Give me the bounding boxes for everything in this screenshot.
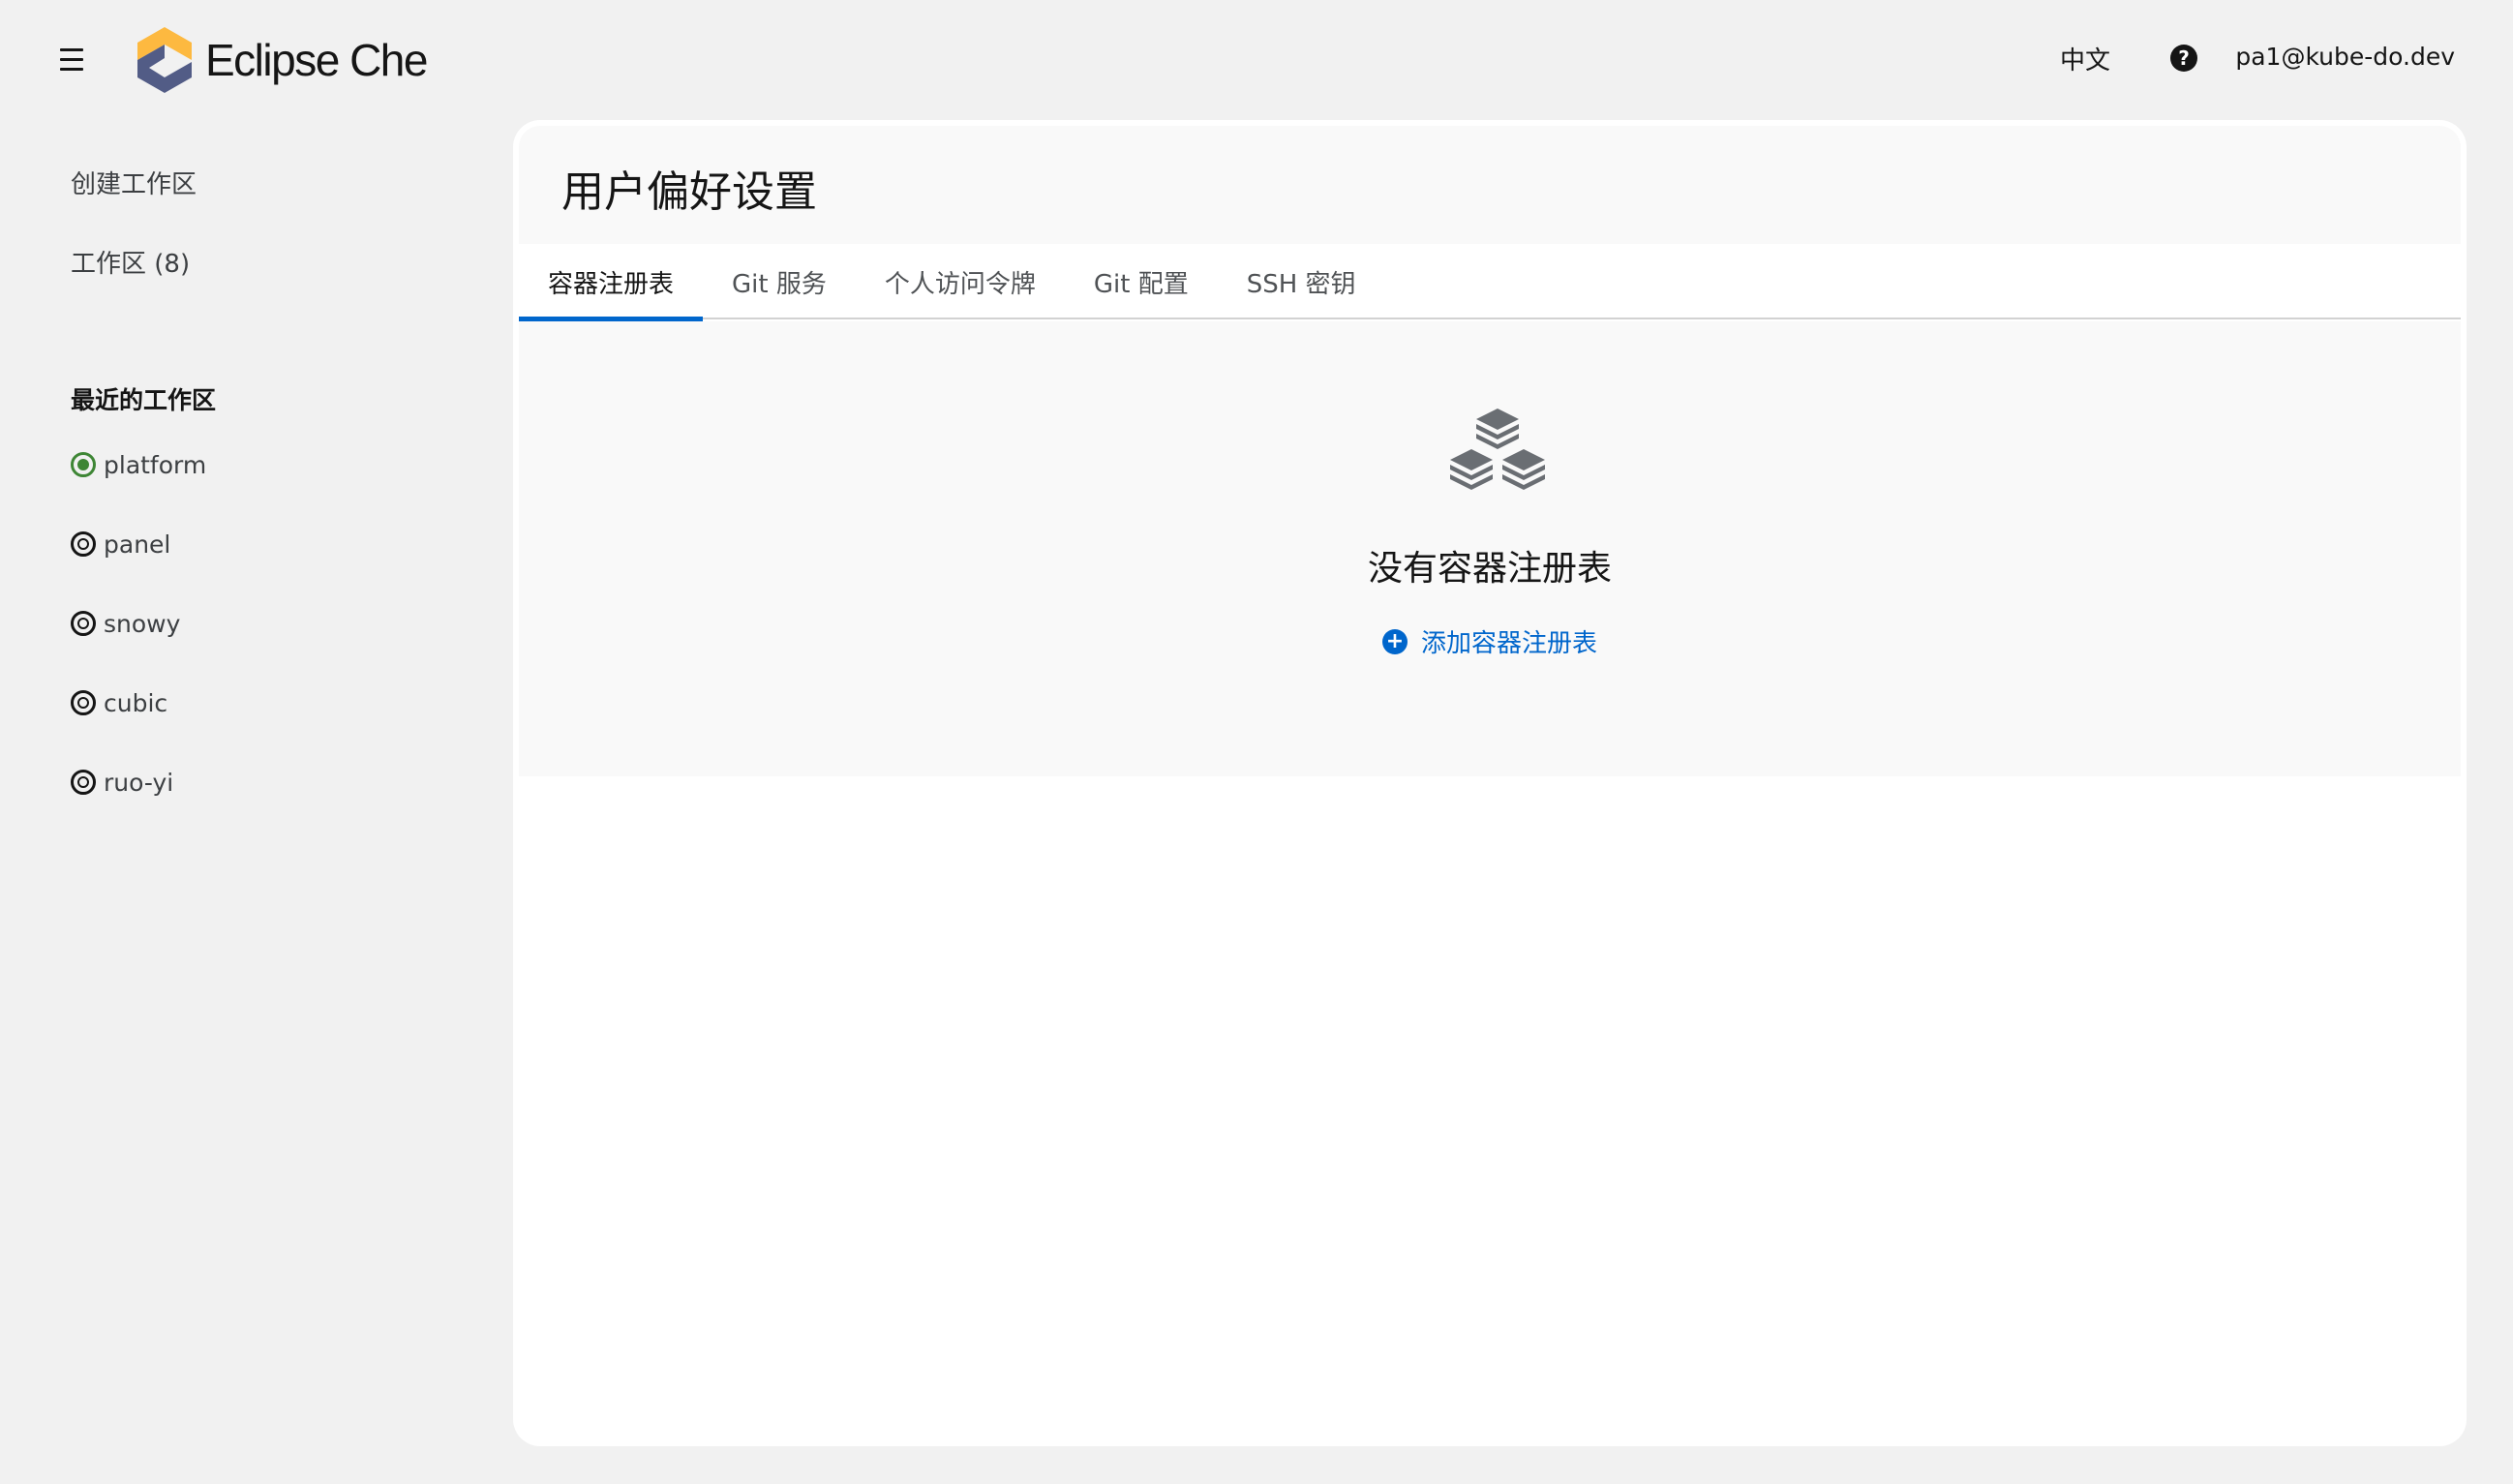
- plus-circle-icon: +: [1381, 628, 1408, 654]
- workspace-name: panel: [104, 530, 171, 559]
- workspace-name: cubic: [104, 688, 168, 717]
- tab-git-services[interactable]: Git 服务: [703, 244, 856, 319]
- empty-state: 没有容器注册表 + 添加容器注册表: [519, 321, 2461, 776]
- recent-workspace-item[interactable]: platform: [71, 445, 206, 484]
- page-title: 用户偏好设置: [561, 167, 817, 217]
- workspace-running-status-icon: [71, 452, 96, 477]
- workspace-name: platform: [104, 450, 207, 479]
- cubes-icon: [1450, 409, 1545, 490]
- recent-workspace-item[interactable]: cubic: [71, 683, 167, 722]
- tab-git-config[interactable]: Git 配置: [1065, 244, 1218, 319]
- workspace-stopped-status-icon: [71, 690, 96, 715]
- tab-ssh-keys[interactable]: SSH 密钥: [1218, 244, 1385, 319]
- brand-logo[interactable]: Eclipse Che: [136, 25, 428, 95]
- main-content: 用户偏好设置 容器注册表 Git 服务 个人访问令牌 Git 配置 SSH 密钥: [513, 120, 2467, 1446]
- recent-workspace-item[interactable]: panel: [71, 525, 170, 563]
- user-menu[interactable]: pa1@kube-do.dev: [2235, 43, 2455, 71]
- workspace-stopped-status-icon: [71, 770, 96, 795]
- sidebar-item-workspaces[interactable]: 工作区 (8): [71, 244, 190, 280]
- empty-state-title: 没有容器注册表: [1367, 549, 1612, 589]
- recent-workspace-item[interactable]: snowy: [71, 604, 180, 643]
- workspace-stopped-status-icon: [71, 531, 96, 557]
- language-switcher[interactable]: 中文: [2060, 41, 2110, 76]
- nav-toggle-icon[interactable]: [60, 41, 89, 77]
- workspace-name: snowy: [104, 609, 181, 638]
- preferences-tabs: 容器注册表 Git 服务 个人访问令牌 Git 配置 SSH 密钥: [519, 244, 2461, 321]
- question-circle-icon[interactable]: ?: [2170, 45, 2197, 72]
- sidebar-item-create-workspace[interactable]: 创建工作区: [71, 165, 197, 200]
- workspace-name: ruo-yi: [104, 768, 174, 797]
- workspace-stopped-status-icon: [71, 611, 96, 636]
- add-container-registry-button[interactable]: + 添加容器注册表: [519, 623, 2461, 659]
- sidebar: 创建工作区 工作区 (8) 最近的工作区 platform panel snow…: [0, 120, 513, 1484]
- recent-workspaces-heading: 最近的工作区: [71, 386, 217, 414]
- brand-name: Eclipse Che: [205, 35, 428, 85]
- eclipse-che-logo-icon: [137, 27, 192, 93]
- page-header: 用户偏好设置: [519, 126, 2461, 244]
- masthead: Eclipse Che 中文 ? pa1@kube-do.dev: [0, 0, 2513, 120]
- tab-personal-access-tokens[interactable]: 个人访问令牌: [856, 244, 1065, 319]
- add-container-registry-label: 添加容器注册表: [1420, 629, 1597, 658]
- tab-container-registries[interactable]: 容器注册表: [519, 244, 704, 321]
- recent-workspace-item[interactable]: ruo-yi: [71, 763, 173, 802]
